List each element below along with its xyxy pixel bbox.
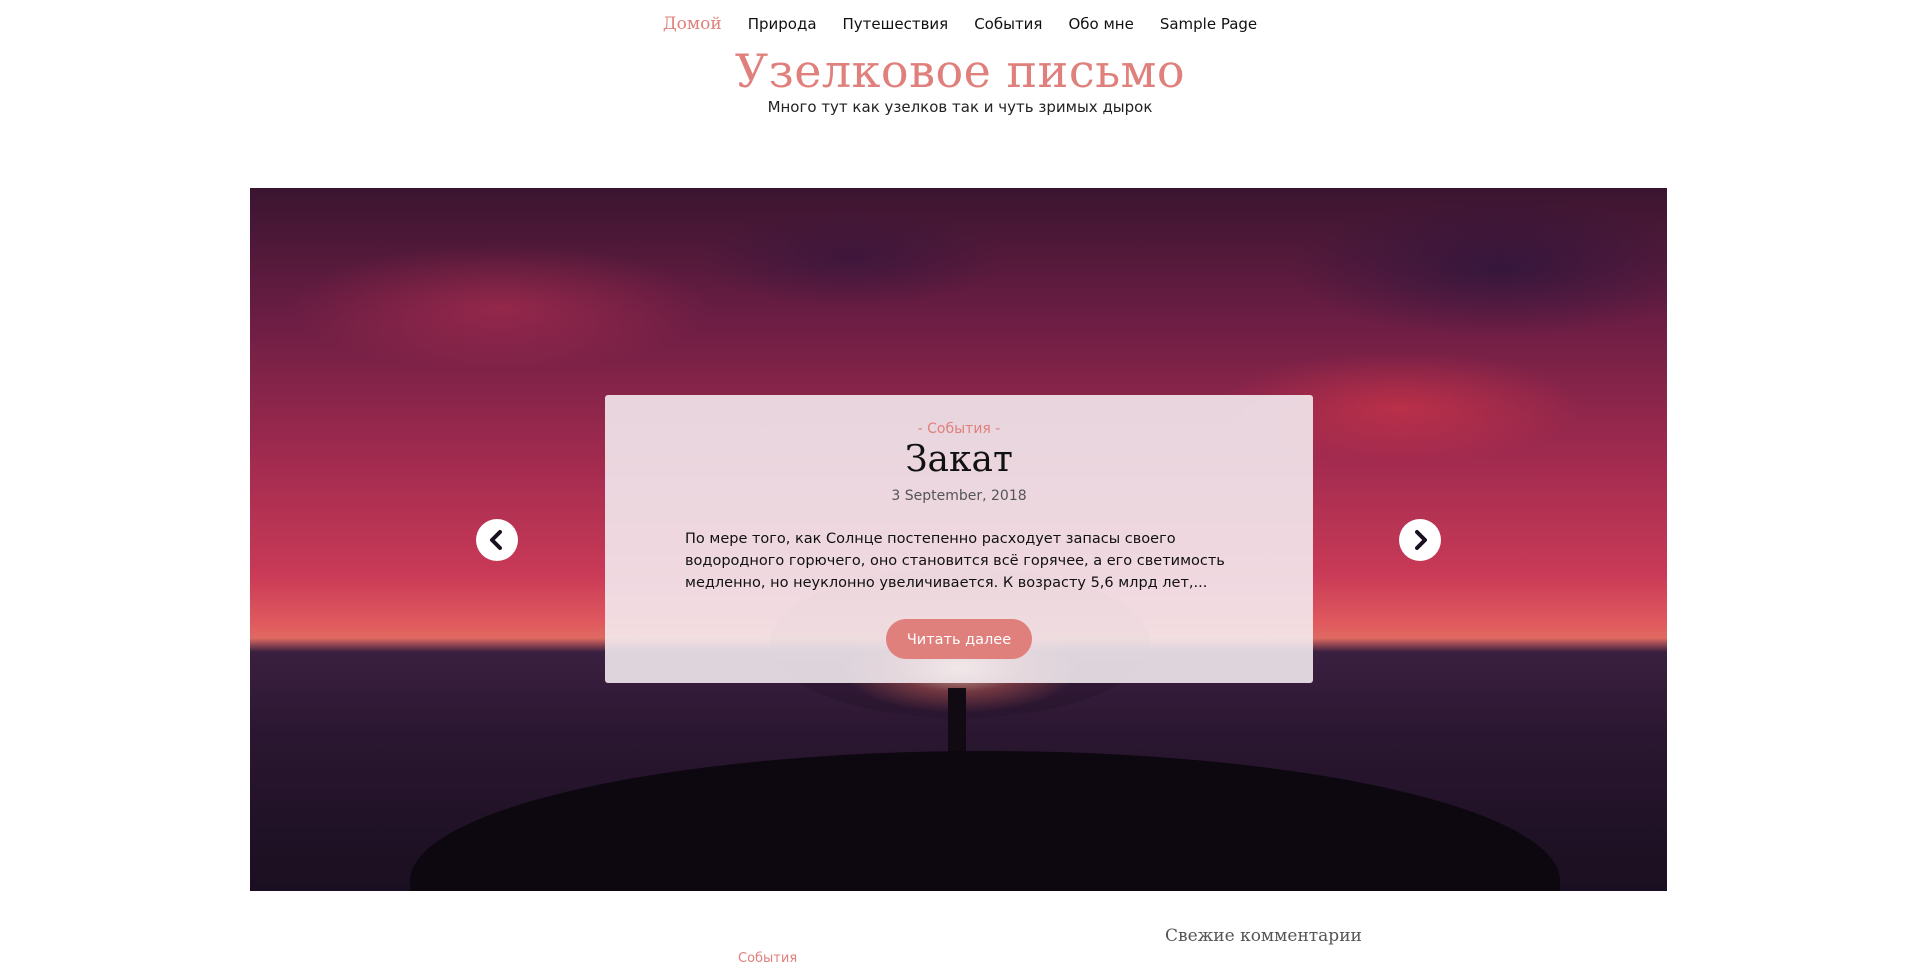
nav-item-nature[interactable]: Природа — [748, 12, 817, 36]
nav-item-about[interactable]: Обо мне — [1068, 12, 1133, 36]
site-tagline: Много тут как узелков так и чуть зримых … — [767, 98, 1153, 116]
read-more-button[interactable]: Читать далее — [886, 619, 1032, 659]
main-navigation: Домой Природа Путешествия События Обо мн… — [0, 12, 1920, 36]
nav-item-home[interactable]: Домой — [663, 12, 722, 36]
slide-card: - События - Закат 3 September, 2018 По м… — [605, 395, 1313, 683]
hero-slider: - События - Закат 3 September, 2018 По м… — [250, 188, 1667, 891]
nav-item-travel[interactable]: Путешествия — [843, 12, 949, 36]
nav-item-events[interactable]: События — [974, 12, 1042, 36]
nav-item-sample-page[interactable]: Sample Page — [1160, 12, 1257, 36]
slider-next-button[interactable] — [1399, 519, 1441, 561]
hero-hill — [410, 751, 1560, 891]
sidebar-recent-comments-heading: Свежие комментарии — [1165, 926, 1362, 946]
site-title[interactable]: Узелковое письмо — [0, 44, 1920, 98]
post-category[interactable]: События — [738, 951, 797, 966]
slide-date: 3 September, 2018 — [891, 488, 1027, 504]
chevron-right-icon — [1415, 530, 1427, 550]
slide-excerpt: По мере того, как Солнце постепенно расх… — [685, 531, 1225, 591]
slider-prev-button[interactable] — [476, 519, 518, 561]
slide-title[interactable]: Закат — [605, 439, 1313, 480]
chevron-left-icon — [490, 530, 502, 550]
slide-category[interactable]: - События - — [605, 421, 1313, 437]
